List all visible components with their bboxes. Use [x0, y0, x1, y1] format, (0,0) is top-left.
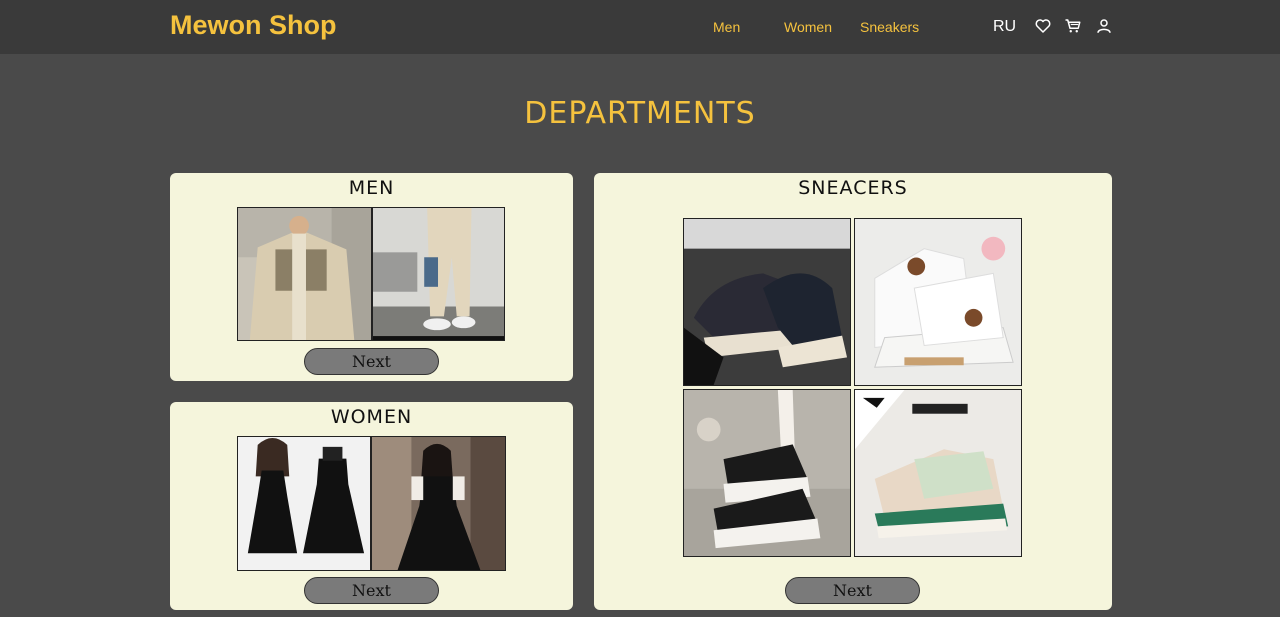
next-button-men[interactable]: Next: [304, 348, 439, 375]
department-card-sneakers: SNEACERS Next: [594, 173, 1112, 610]
user-icon[interactable]: [1095, 17, 1113, 35]
nav-link-men[interactable]: Men: [713, 19, 740, 35]
next-button-sneakers[interactable]: Next: [785, 577, 920, 604]
sneakers-photo-warrior-green[interactable]: [854, 389, 1022, 557]
men-photo-pants[interactable]: [372, 207, 505, 341]
language-switch[interactable]: RU: [993, 18, 1016, 36]
department-title-sneakers: SNEACERS: [798, 177, 908, 199]
department-title-women: WOMEN: [330, 406, 413, 428]
nav-link-sneakers[interactable]: Sneakers: [860, 19, 919, 35]
site-header: Mewon Shop Men Women Sneakers RU: [0, 0, 1280, 54]
cart-icon[interactable]: [1064, 17, 1082, 35]
heart-icon[interactable]: [1034, 17, 1052, 35]
sneakers-photo-chunky-black[interactable]: [683, 218, 851, 386]
department-card-women: WOMEN Next: [170, 402, 573, 610]
page-title: DEPARTMENTS: [524, 96, 756, 131]
sneakers-photo-black-white[interactable]: [683, 389, 851, 557]
department-title-men: MEN: [348, 177, 395, 199]
next-button-women[interactable]: Next: [304, 577, 439, 604]
women-photo-dresses[interactable]: [237, 436, 371, 571]
nav-link-women[interactable]: Women: [784, 19, 832, 35]
men-photo-jacket[interactable]: [237, 207, 372, 341]
women-photo-black-dress[interactable]: [371, 436, 506, 571]
site-logo[interactable]: Mewon Shop: [170, 10, 336, 41]
sneakers-photo-bear-white[interactable]: [854, 218, 1022, 386]
department-card-men: MEN Next: [170, 173, 573, 381]
